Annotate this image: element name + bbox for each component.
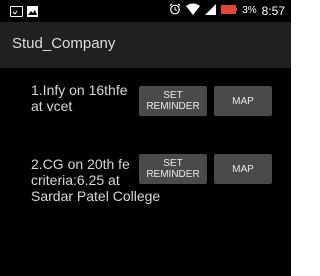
status-bar: 3% 8:57: [0, 0, 291, 22]
notification-icon: [10, 4, 23, 22]
company-text-overflow: Sardar Patel College: [31, 188, 191, 204]
list-item: 1.Infy on 16thfe at vcet SET REMINDER MAP: [0, 82, 291, 132]
company-text-line: at vcet: [31, 98, 73, 114]
list-item: 2.CG on 20th fe criteria:6.25 at Sardar …: [0, 154, 291, 216]
image-icon: [27, 4, 38, 22]
status-bar-right: 3% 8:57: [169, 3, 285, 18]
wifi-icon: [186, 3, 201, 18]
set-reminder-button[interactable]: SET REMINDER: [139, 154, 207, 184]
company-text-line: 2.CG on 20th fe: [31, 156, 130, 172]
battery-percent: 3%: [242, 5, 257, 16]
phone-screen: 3% 8:57 Stud_Company 1.Infy on 16thfe at…: [0, 0, 291, 276]
alarm-icon: [169, 3, 181, 18]
battery-icon: [221, 4, 238, 17]
clock: 8:57: [261, 3, 285, 18]
status-bar-left: [10, 4, 38, 22]
set-reminder-button[interactable]: SET REMINDER: [139, 86, 207, 116]
app-bar: Stud_Company: [0, 22, 291, 68]
company-text: 1.Infy on 16thfe at vcet: [31, 82, 139, 114]
company-text-line: Sardar Patel College: [31, 188, 161, 204]
company-list: 1.Infy on 16thfe at vcet SET REMINDER MAP…: [0, 68, 291, 276]
signal-icon: [205, 3, 217, 18]
app-title: Stud_Company: [12, 35, 116, 52]
map-button[interactable]: MAP: [214, 154, 272, 184]
company-text: 2.CG on 20th fe criteria:6.25 at: [31, 156, 143, 188]
company-text-line: 1.Infy on 16thfe: [31, 82, 128, 98]
map-button[interactable]: MAP: [214, 86, 272, 116]
company-text-line: criteria:6.25 at: [31, 172, 120, 188]
